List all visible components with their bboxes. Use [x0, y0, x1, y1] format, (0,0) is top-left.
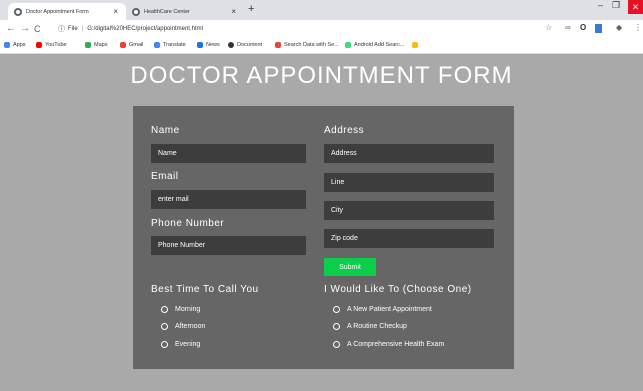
name-input[interactable]: Name: [151, 144, 306, 163]
phone-label: Phone Number: [151, 218, 225, 229]
radio-circle-icon[interactable]: [161, 341, 168, 348]
tab-bar: Doctor Appointment Form × HealthCare Cen…: [0, 0, 643, 20]
city-input[interactable]: City: [324, 201, 494, 220]
radio-option-morning[interactable]: Morning: [161, 306, 200, 313]
tab-healthcare-center[interactable]: HealthCare Center ×: [126, 3, 244, 20]
forward-icon[interactable]: →: [20, 23, 30, 34]
bookmark-android[interactable]: Android Add Searc...: [345, 42, 404, 48]
radio-circle-icon[interactable]: [333, 341, 340, 348]
choice-heading: I Would Like To (Choose One): [324, 284, 472, 295]
info-icon: ⓘ: [58, 26, 65, 33]
bookmark-search-data[interactable]: Search Data with Se...: [275, 42, 339, 48]
close-tab-icon[interactable]: ×: [231, 7, 236, 16]
bookmark-star-icon[interactable]: ☆: [545, 23, 552, 32]
radio-option-evening[interactable]: Evening: [161, 341, 200, 348]
address-scheme: File: [68, 26, 78, 32]
close-tab-icon[interactable]: ×: [113, 7, 118, 16]
bookmark-youtube[interactable]: YouTube: [36, 42, 67, 48]
phone-input[interactable]: Phone Number: [151, 236, 306, 255]
new-tab-button[interactable]: +: [248, 3, 254, 15]
email-input[interactable]: enter mail: [151, 190, 306, 209]
address-separator: |: [81, 26, 84, 32]
radio-option-afternoon[interactable]: Afternoon: [161, 323, 205, 330]
maps-icon: [85, 42, 91, 48]
navigation-bar: ← → C ⓘ File | G:/digital%20HEC/project/…: [0, 20, 643, 38]
radio-label: A New Patient Appointment: [347, 306, 432, 313]
window-close-icon[interactable]: ✕: [628, 0, 643, 14]
document-icon: [228, 42, 234, 48]
radio-option-health-exam[interactable]: A Comprehensive Health Exam: [333, 341, 444, 348]
zip-code-input[interactable]: Zip code: [324, 229, 494, 248]
search-data-icon: [275, 42, 281, 48]
page-favicon-icon: [14, 7, 22, 16]
address-label: Address: [324, 125, 365, 136]
radio-circle-icon[interactable]: [333, 323, 340, 330]
address-url: G:/digital%20HEC/project/appointment.htm…: [87, 26, 203, 32]
reload-icon[interactable]: C: [34, 24, 41, 34]
page-title: DOCTOR APPOINTMENT FORM: [130, 62, 513, 89]
page-favicon-icon: [132, 7, 140, 16]
name-label: Name: [151, 125, 180, 136]
bookmark-apps[interactable]: Apps: [4, 42, 26, 48]
bookmark-document[interactable]: Document: [228, 42, 262, 48]
bookmark-gmail[interactable]: Gmail: [120, 42, 143, 48]
radio-circle-icon[interactable]: [161, 306, 168, 313]
bookmark-extra[interactable]: [412, 42, 421, 48]
minimize-icon[interactable]: –: [598, 0, 603, 10]
radio-option-routine-checkup[interactable]: A Routine Checkup: [333, 323, 407, 330]
bookmark-translate[interactable]: Translate: [154, 42, 186, 48]
extension-puzzle-icon[interactable]: ◆: [616, 23, 622, 32]
radio-circle-icon[interactable]: [161, 323, 168, 330]
youtube-icon: [36, 42, 42, 48]
extension-opera-icon[interactable]: O: [580, 23, 586, 32]
extension-sheets-icon[interactable]: [595, 24, 602, 33]
extension-link-icon[interactable]: ∞: [565, 23, 571, 32]
radio-label: Morning: [175, 306, 201, 313]
submit-button[interactable]: Submit: [324, 258, 376, 276]
radio-label: A Comprehensive Health Exam: [347, 341, 445, 348]
address-input[interactable]: Address: [324, 144, 494, 163]
radio-label: Afternoon: [175, 323, 206, 330]
radio-circle-icon[interactable]: [333, 306, 340, 313]
gmail-icon: [120, 42, 126, 48]
maximize-icon[interactable]: ❐: [612, 0, 620, 11]
radio-label: Evening: [175, 341, 201, 348]
bookmark-news[interactable]: News: [197, 42, 220, 48]
tab-title: Doctor Appointment Form: [26, 8, 89, 15]
bookmark-maps[interactable]: Maps: [85, 42, 107, 48]
android-icon: [345, 42, 351, 48]
translate-icon: [154, 42, 160, 48]
address-bar[interactable]: ⓘ File | G:/digital%20HEC/project/appoin…: [58, 23, 578, 35]
line-input[interactable]: Line: [324, 173, 494, 192]
call-time-heading: Best Time To Call You: [151, 284, 259, 295]
drive-icon: [412, 42, 418, 48]
back-icon[interactable]: ←: [6, 23, 16, 34]
tab-doctor-appointment[interactable]: Doctor Appointment Form ×: [8, 3, 126, 20]
bookmarks-bar: Apps YouTube Maps Gmail Translate News D…: [0, 38, 643, 54]
tab-title: HealthCare Center: [144, 8, 190, 15]
news-icon: [197, 42, 203, 48]
email-label: Email: [151, 171, 179, 182]
apps-grid-icon: [4, 42, 10, 48]
radio-option-new-patient[interactable]: A New Patient Appointment: [333, 306, 432, 313]
menu-icon[interactable]: ⋮: [634, 23, 642, 32]
radio-label: A Routine Checkup: [347, 323, 407, 330]
